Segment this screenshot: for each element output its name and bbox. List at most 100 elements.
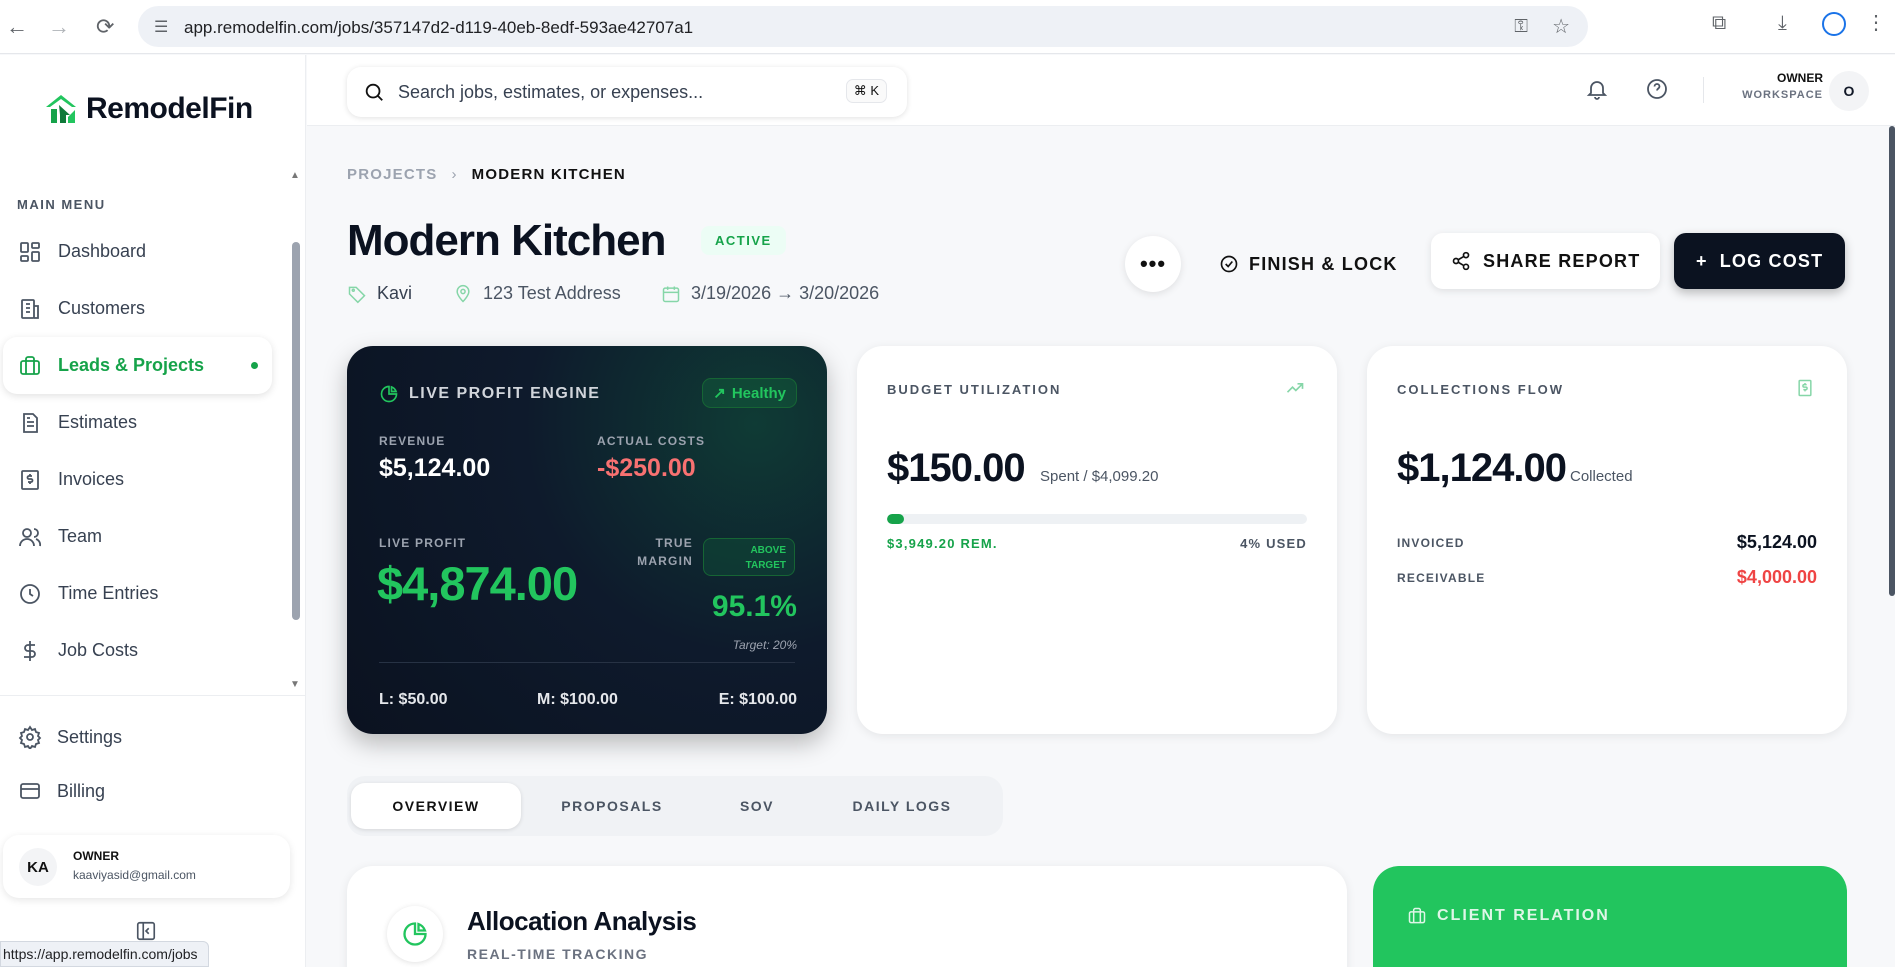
- sidebar-item-label: Team: [58, 526, 103, 546]
- help-icon[interactable]: [1645, 77, 1669, 101]
- true-margin-label-line1: TRUE: [655, 536, 693, 550]
- true-margin-value: 95.1%: [711, 590, 797, 623]
- pie-chart-icon: [403, 922, 427, 946]
- plus-icon: +: [1696, 250, 1708, 271]
- dashboard-icon: [20, 242, 40, 262]
- page-scrollbar-thumb[interactable]: [1889, 126, 1895, 596]
- sidebar-item-invoices[interactable]: Invoices: [0, 451, 290, 508]
- brand-logo[interactable]: RemodelFin: [42, 91, 253, 127]
- sidebar-item-dashboard[interactable]: Dashboard: [0, 223, 290, 280]
- actual-costs-value: -$250.00: [597, 454, 696, 482]
- live-profit-card: LIVE PROFIT ENGINE ↗ Healthy REVENUE $5,…: [347, 346, 827, 734]
- url-text[interactable]: app.remodelfin.com/jobs/357147d2-d119-40…: [184, 18, 693, 38]
- address-bar[interactable]: ☰ app.remodelfin.com/jobs/357147d2-d119-…: [138, 6, 1588, 47]
- workspace-owner[interactable]: OWNER: [1727, 71, 1823, 85]
- logo-icon: [46, 95, 76, 123]
- sidebar-item-settings[interactable]: Settings: [0, 717, 290, 757]
- main-nav: Dashboard Customers Leads & Projects Est…: [0, 223, 290, 679]
- tab-daily-logs[interactable]: DAILY LOGS: [817, 783, 987, 829]
- sidebar-item-label: Customers: [58, 298, 146, 318]
- tab-sov[interactable]: SOV: [697, 783, 817, 829]
- search-icon: [365, 83, 383, 101]
- collapse-sidebar-icon[interactable]: [135, 920, 157, 942]
- scroll-up-icon[interactable]: ▲: [290, 170, 300, 181]
- health-text: Healthy: [731, 384, 786, 402]
- revenue-label: REVENUE: [379, 434, 446, 448]
- status-badge: ACTIVE: [701, 226, 786, 255]
- sidebar-item-leads-projects[interactable]: Leads & Projects: [3, 337, 272, 394]
- client-relation-header: CLIENT RELATION: [1407, 906, 1610, 926]
- forward-arrow-icon[interactable]: →: [48, 14, 70, 40]
- bookmark-star-icon[interactable]: ☆: [1552, 14, 1570, 39]
- back-arrow-icon[interactable]: ←: [6, 14, 28, 40]
- collections-flow-card: COLLECTIONS FLOW $1,124.00 Collected INV…: [1367, 346, 1847, 734]
- breadcrumb-current: MODERN KITCHEN: [471, 166, 626, 183]
- budget-progress-fill: [887, 514, 904, 524]
- collections-card-title: COLLECTIONS FLOW: [1397, 382, 1565, 397]
- more-options-button[interactable]: •••: [1125, 236, 1181, 292]
- extensions-icon[interactable]: ⧉: [1712, 12, 1726, 35]
- profile-icon[interactable]: [1822, 12, 1846, 36]
- scrollbar-thumb[interactable]: [292, 242, 300, 620]
- sidebar-item-label: Invoices: [58, 469, 125, 489]
- bell-icon[interactable]: [1585, 77, 1609, 101]
- pie-chart-icon: [380, 385, 398, 403]
- search-shortcut: ⌘ K: [845, 79, 887, 103]
- collected-label: Collected: [1570, 468, 1633, 485]
- user-profile-card[interactable]: KA OWNER kaaviyasid@gmail.com: [3, 835, 290, 898]
- materials-cost: M: $100.00: [537, 691, 618, 708]
- margin-target: Target: 20%: [732, 638, 797, 652]
- page-title: Modern Kitchen: [347, 216, 666, 265]
- client-name: Kavi: [377, 283, 413, 303]
- workspace-avatar[interactable]: O: [1829, 71, 1869, 111]
- tab-overview[interactable]: OVERVIEW: [351, 783, 521, 829]
- live-profit-value: $4,874.00: [377, 557, 578, 610]
- project-dates: 3/19/2026 → 3/20/2026: [661, 283, 879, 304]
- sidebar-item-time-entries[interactable]: Time Entries: [0, 565, 290, 622]
- browser-menu-icon[interactable]: ⋮: [1866, 10, 1886, 35]
- dollar-icon: [24, 641, 36, 661]
- sidebar: RemodelFin ▲ ▼ MAIN MENU Dashboard Custo…: [0, 55, 306, 967]
- labor-cost: L: $50.00: [379, 691, 448, 708]
- breadcrumb-chevron-icon: ›: [451, 166, 458, 183]
- finish-lock-label: FINISH & LOCK: [1249, 253, 1398, 274]
- sidebar-item-estimates[interactable]: Estimates: [0, 394, 290, 451]
- reload-icon[interactable]: ⟳: [96, 14, 114, 40]
- invoice-icon: [21, 470, 39, 490]
- sidebar-divider: [0, 695, 306, 696]
- download-icon[interactable]: ⤓: [1778, 12, 1787, 35]
- site-settings-icon[interactable]: ☰: [154, 17, 168, 37]
- log-cost-label: LOG COST: [1719, 250, 1824, 271]
- breadcrumb-projects-link[interactable]: PROJECTS: [347, 166, 437, 183]
- search-input[interactable]: Search jobs, estimates, or expenses... ⌘…: [347, 67, 907, 117]
- profit-card-title: LIVE PROFIT ENGINE: [409, 385, 601, 402]
- allocation-icon-wrap: [387, 906, 443, 962]
- allocation-title: Allocation Analysis: [467, 906, 697, 936]
- search-placeholder[interactable]: Search jobs, estimates, or expenses...: [398, 82, 703, 103]
- browser-toolbar: ← → ⟳ ☰ app.remodelfin.com/jobs/357147d2…: [0, 0, 1895, 54]
- workspace-label[interactable]: WORKSPACE: [1727, 89, 1823, 101]
- collected-value: $1,124.00: [1397, 446, 1567, 490]
- sidebar-scrollbar[interactable]: ▲ ▼: [290, 170, 302, 690]
- password-key-icon[interactable]: ⚿: [1514, 16, 1528, 37]
- sidebar-item-team[interactable]: Team: [0, 508, 290, 565]
- header-divider: [1703, 77, 1704, 103]
- scroll-down-icon[interactable]: ▼: [290, 679, 300, 690]
- active-indicator-dot: [251, 362, 258, 369]
- allocation-subtitle: REAL-TIME TRACKING: [467, 946, 648, 962]
- main-content: PROJECTS › MODERN KITCHEN Modern Kitchen A…: [307, 126, 1895, 967]
- sidebar-item-job-costs[interactable]: Job Costs: [0, 622, 290, 679]
- budget-card-title: BUDGET UTILIZATION: [887, 382, 1062, 397]
- share-report-button[interactable]: SHARE REPORT: [1431, 233, 1661, 289]
- finish-lock-button[interactable]: FINISH & LOCK: [1207, 236, 1410, 292]
- sidebar-item-billing[interactable]: Billing: [0, 771, 290, 811]
- receivable-value: $4,000.00: [1736, 567, 1817, 587]
- log-cost-button[interactable]: + LOG COST: [1674, 233, 1846, 289]
- user-role: OWNER: [73, 849, 119, 863]
- budget-total: Spent / $4,099.20: [1040, 468, 1159, 485]
- sidebar-item-customers[interactable]: Customers: [0, 280, 290, 337]
- clock-icon: [20, 584, 40, 604]
- trend-up-icon: ↗: [713, 385, 726, 402]
- tab-proposals[interactable]: PROPOSALS: [527, 783, 697, 829]
- client-relation-title: CLIENT RELATION: [1437, 907, 1610, 924]
